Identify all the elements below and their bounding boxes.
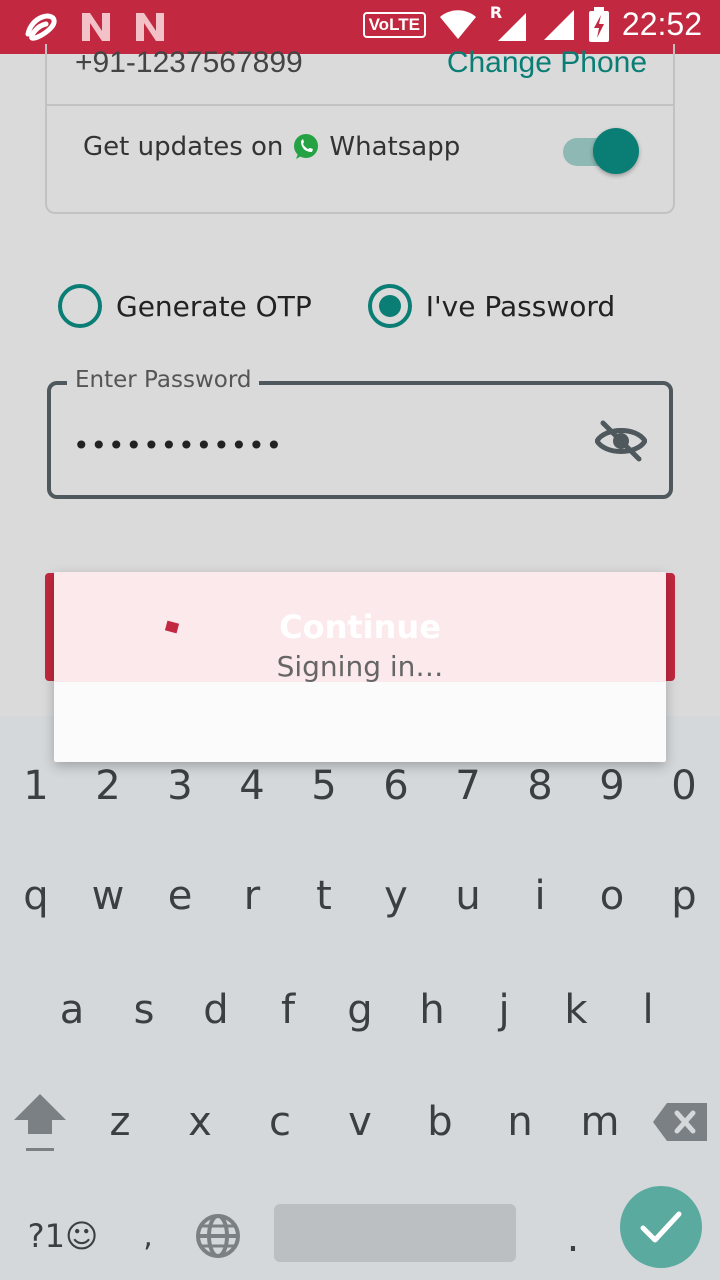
signal-icon xyxy=(497,12,526,41)
account-card: +91-1237567899 Change Phone Get updates … xyxy=(45,44,675,214)
dialog-continue-text: Continue xyxy=(279,608,441,646)
key-a[interactable]: a xyxy=(37,970,107,1050)
backspace-icon xyxy=(653,1103,707,1141)
keyboard-row-2: a s d f g h j k l xyxy=(0,970,720,1050)
key-i[interactable]: i xyxy=(505,856,575,936)
key-z[interactable]: z xyxy=(85,1082,155,1162)
whatsapp-toggle[interactable] xyxy=(563,126,639,174)
status-right-icons: VoLTE R 22:52 xyxy=(362,3,702,43)
key-t[interactable]: t xyxy=(289,856,359,936)
notification-n-icon xyxy=(82,13,110,41)
key-l[interactable]: l xyxy=(613,970,683,1050)
key-d[interactable]: d xyxy=(181,970,251,1050)
eye-off-icon[interactable] xyxy=(595,419,647,463)
whatsapp-row: Get updates on Whatsapp xyxy=(83,132,460,162)
period-key[interactable]: . xyxy=(538,1198,608,1278)
whatsapp-prefix-text: Get updates on xyxy=(83,132,284,162)
volte-badge: VoLTE xyxy=(362,11,426,38)
soft-keyboard: 1 2 3 4 5 6 7 8 9 0 q w e r t y u i o p … xyxy=(0,716,720,1280)
key-b[interactable]: b xyxy=(405,1082,475,1162)
phone-row: +91-1237567899 Change Phone xyxy=(47,44,673,106)
password-field[interactable]: Enter Password •••••••••••• xyxy=(47,367,673,499)
keyboard-row-1: q w e r t y u i o p xyxy=(0,856,720,936)
radio-checked-icon xyxy=(367,284,412,328)
key-q[interactable]: q xyxy=(1,856,71,936)
key-h[interactable]: h xyxy=(397,970,467,1050)
toggle-knob xyxy=(593,128,639,174)
key-c[interactable]: c xyxy=(245,1082,315,1162)
shift-key[interactable] xyxy=(5,1082,75,1162)
symbols-key[interactable]: ?1☺ xyxy=(8,1196,118,1276)
dialog-header: Continue Signing in… xyxy=(54,572,666,683)
check-icon xyxy=(640,1211,682,1243)
keyboard-row-3: z x c v b n m xyxy=(0,1082,720,1162)
signing-in-dialog: Continue Signing in… xyxy=(54,572,666,762)
key-g[interactable]: g xyxy=(325,970,395,1050)
signal-icon-2 xyxy=(543,9,574,40)
space-key[interactable] xyxy=(274,1204,516,1262)
key-f[interactable]: f xyxy=(253,970,323,1050)
password-input[interactable]: •••••••••••• xyxy=(73,429,283,462)
key-m[interactable]: m xyxy=(565,1082,635,1162)
change-phone-link[interactable]: Change Phone xyxy=(447,46,647,80)
key-k[interactable]: k xyxy=(541,970,611,1050)
login-method-radio-group: Generate OTP I've Password xyxy=(58,284,615,328)
comma-key[interactable]: , xyxy=(118,1196,178,1276)
radio-generate-otp[interactable]: Generate OTP xyxy=(58,284,312,328)
key-n[interactable]: n xyxy=(485,1082,555,1162)
key-s[interactable]: s xyxy=(109,970,179,1050)
key-p[interactable]: p xyxy=(649,856,719,936)
password-label: Enter Password xyxy=(67,367,260,393)
carrier-logo-icon xyxy=(25,13,57,41)
key-j[interactable]: j xyxy=(469,970,539,1050)
shift-icon xyxy=(14,1094,66,1151)
whatsapp-icon xyxy=(294,134,319,159)
enter-key[interactable] xyxy=(620,1186,702,1268)
wifi-icon xyxy=(439,9,476,39)
key-e[interactable]: e xyxy=(145,856,215,936)
key-w[interactable]: w xyxy=(73,856,143,936)
notification-n-icon-2 xyxy=(136,13,164,41)
battery-charging-icon xyxy=(588,6,609,42)
status-left-icons xyxy=(22,8,168,46)
clock: 22:52 xyxy=(621,6,702,42)
radio-label-otp: Generate OTP xyxy=(116,289,312,323)
whatsapp-label: Whatsapp xyxy=(329,132,461,162)
radio-have-password[interactable]: I've Password xyxy=(367,284,616,328)
dialog-message: Signing in… xyxy=(276,650,444,683)
key-v[interactable]: v xyxy=(325,1082,395,1162)
radio-unchecked-icon xyxy=(58,284,102,328)
language-key[interactable] xyxy=(178,1196,258,1276)
phone-number: +91-1237567899 xyxy=(75,46,303,79)
key-o[interactable]: o xyxy=(577,856,647,936)
key-r[interactable]: r xyxy=(217,856,287,936)
key-x[interactable]: x xyxy=(165,1082,235,1162)
cell-signal-roaming: R xyxy=(490,3,530,43)
backspace-key[interactable] xyxy=(645,1082,715,1162)
key-u[interactable]: u xyxy=(433,856,503,936)
radio-label-password: I've Password xyxy=(425,289,616,323)
globe-icon xyxy=(196,1214,240,1258)
key-y[interactable]: y xyxy=(361,856,431,936)
